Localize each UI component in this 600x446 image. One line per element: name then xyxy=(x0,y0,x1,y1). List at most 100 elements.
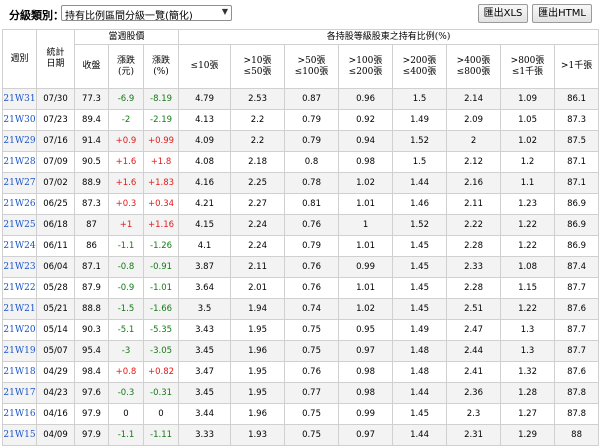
level-cell: 87.1 xyxy=(554,151,600,173)
week-link[interactable]: 21W31 xyxy=(2,88,37,110)
week-link[interactable]: 21W26 xyxy=(2,193,37,215)
level-cell: 2.27 xyxy=(230,193,286,215)
week-link[interactable]: 21W21 xyxy=(2,298,37,320)
level-cell: 1.22 xyxy=(500,235,556,257)
week-link[interactable]: 21W23 xyxy=(2,256,37,278)
col-level-6: >800張 ≤1千張 xyxy=(500,44,556,89)
pct-cell: -3.05 xyxy=(142,340,180,362)
week-link[interactable]: 21W28 xyxy=(2,151,37,173)
level-cell: 1.49 xyxy=(392,319,448,341)
table-row: 21W25 06/18 87 +1 +1.16 4.15 2.24 0.76 1 1.52 2.22… xyxy=(2,214,600,236)
level-cell: 1.96 xyxy=(230,340,286,362)
level-cell: 87.5 xyxy=(554,130,600,152)
col-group-holders: 各持股等級股東之持有比例(%) xyxy=(178,29,600,45)
level-cell: 3.43 xyxy=(178,319,232,341)
change-cell: +0.3 xyxy=(108,193,144,215)
level-cell: 2.44 xyxy=(446,340,502,362)
close-cell: 89.4 xyxy=(74,109,109,131)
level-cell: 0.75 xyxy=(284,319,340,341)
table-row: 21W18 04/29 98.4 +0.8 +0.82 3.47 1.95 0.76 0.98 1… xyxy=(2,361,600,383)
week-link[interactable]: 21W27 xyxy=(2,172,37,194)
week-link[interactable]: 21W30 xyxy=(2,109,37,131)
col-level-4: >200張 ≤400張 xyxy=(392,44,448,89)
table-row: 21W24 06/11 86 -1.1 -1.26 4.1 2.24 0.79 1.01 1.45… xyxy=(2,235,600,257)
pct-cell: +1.83 xyxy=(142,172,180,194)
level-cell: 87.4 xyxy=(554,256,600,278)
level-cell: 3.47 xyxy=(178,361,232,383)
level-cell: 1.44 xyxy=(392,424,448,446)
level-cell: 2.2 xyxy=(230,130,286,152)
week-link[interactable]: 21W25 xyxy=(2,214,37,236)
level-label-line1: >800張 xyxy=(510,55,545,66)
col-close: 收盤 xyxy=(74,44,109,89)
export-html-button[interactable]: 匯出HTML xyxy=(532,4,592,23)
change-cell: -3 xyxy=(108,340,144,362)
col-level-3: >100張 ≤200張 xyxy=(338,44,394,89)
level-cell: 1.29 xyxy=(500,424,556,446)
level-cell: 1.45 xyxy=(392,298,448,320)
level-label-line2: ≤100張 xyxy=(294,66,329,77)
date-cell: 04/23 xyxy=(36,382,75,404)
category-select[interactable]: 持有比例區間分級一覽(簡化) ▼ xyxy=(61,5,232,22)
level-cell: 2.41 xyxy=(446,361,502,383)
level-cell: 1.46 xyxy=(392,193,448,215)
level-cell: 87.6 xyxy=(554,298,600,320)
toolbar: 分級類別： 持有比例區間分級一覽(簡化) ▼ 匯出XLS 匯出HTML xyxy=(0,0,600,28)
close-cell: 86 xyxy=(74,235,109,257)
level-cell: 0.77 xyxy=(284,382,340,404)
level-cell: 0.76 xyxy=(284,277,340,299)
level-cell: 1.94 xyxy=(230,298,286,320)
change-cell: -5.1 xyxy=(108,319,144,341)
level-cell: 2.14 xyxy=(446,88,502,110)
level-cell: 1.28 xyxy=(500,382,556,404)
level-cell: 87.7 xyxy=(554,319,600,341)
week-link[interactable]: 21W17 xyxy=(2,382,37,404)
col-date: 統計 日期 xyxy=(36,29,75,89)
pct-cell: -5.35 xyxy=(142,319,180,341)
change-cell: -1.1 xyxy=(108,235,144,257)
week-link[interactable]: 21W20 xyxy=(2,319,37,341)
level-label-line1: >100張 xyxy=(348,55,383,66)
level-cell: 0.8 xyxy=(284,151,340,173)
close-cell: 87.3 xyxy=(74,193,109,215)
week-link[interactable]: 21W18 xyxy=(2,361,37,383)
week-link[interactable]: 21W24 xyxy=(2,235,37,257)
level-cell: 2.31 xyxy=(446,424,502,446)
export-xls-button[interactable]: 匯出XLS xyxy=(478,4,528,23)
level-cell: 2.25 xyxy=(230,172,286,194)
level-cell: 2.09 xyxy=(446,109,502,131)
level-label-line1: >50張 xyxy=(297,55,326,66)
close-cell: 98.4 xyxy=(74,361,109,383)
level-cell: 1.09 xyxy=(500,88,556,110)
col-pct: 漲跌 (%) xyxy=(142,44,180,89)
category-label: 分級類別： xyxy=(9,9,64,22)
week-link[interactable]: 21W19 xyxy=(2,340,37,362)
col-level-2: >50張 ≤100張 xyxy=(284,44,340,89)
level-cell: 0.98 xyxy=(338,151,394,173)
level-cell: 2.18 xyxy=(230,151,286,173)
change-cell: +1.6 xyxy=(108,172,144,194)
pct-cell: +0.99 xyxy=(142,130,180,152)
level-cell: 0.76 xyxy=(284,256,340,278)
week-link[interactable]: 21W15 xyxy=(2,424,37,446)
date-cell: 07/23 xyxy=(36,109,75,131)
col-pct-line2: (%) xyxy=(153,66,169,77)
level-cell: 2.24 xyxy=(230,235,286,257)
level-cell: 1.15 xyxy=(500,277,556,299)
week-link[interactable]: 21W29 xyxy=(2,130,37,152)
level-cell: 1.3 xyxy=(500,340,556,362)
level-cell: 1.2 xyxy=(500,151,556,173)
level-cell: 1.22 xyxy=(500,298,556,320)
week-link[interactable]: 21W22 xyxy=(2,277,37,299)
change-cell: -6.9 xyxy=(108,88,144,110)
week-link[interactable]: 21W16 xyxy=(2,403,37,425)
pct-cell: +0.34 xyxy=(142,193,180,215)
level-cell: 1.02 xyxy=(338,298,394,320)
level-cell: 2.16 xyxy=(446,172,502,194)
table-row: 21W31 07/30 77.3 -6.9 -8.19 4.79 2.53 0.87 0.96 1… xyxy=(2,88,600,110)
change-cell: -0.9 xyxy=(108,277,144,299)
level-cell: 1.22 xyxy=(500,214,556,236)
close-cell: 97.9 xyxy=(74,403,109,425)
close-cell: 97.9 xyxy=(74,424,109,446)
level-cell: 2.28 xyxy=(446,235,502,257)
